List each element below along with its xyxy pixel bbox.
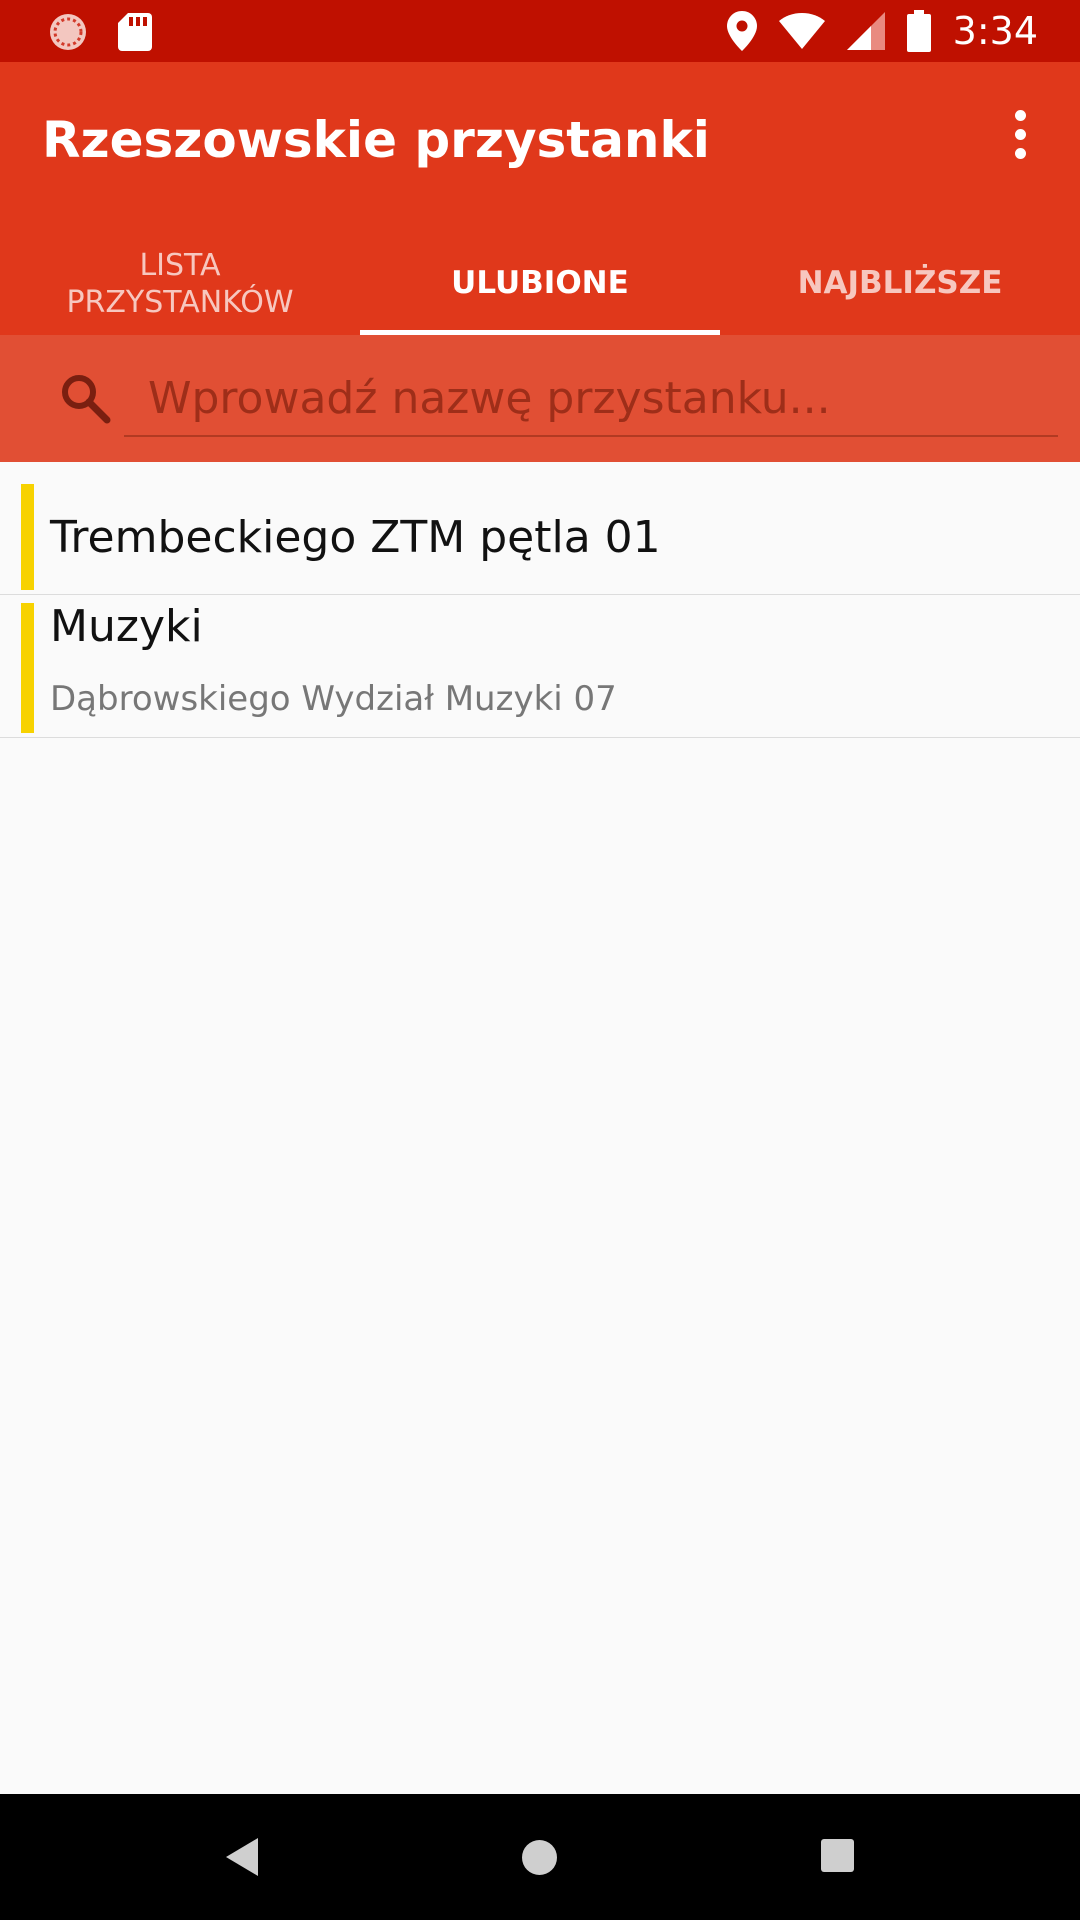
tab-nearest-label: NAJBLIŻSZE — [797, 265, 1003, 301]
tab-nearest[interactable]: NAJBLIŻSZE — [720, 232, 1080, 335]
app-bar: Rzeszowskie przystanki LISTA PRZYSTANKÓW… — [0, 62, 1080, 335]
favorite-marker — [21, 603, 34, 733]
location-pin-icon — [726, 11, 757, 51]
more-vert-icon[interactable] — [990, 104, 1050, 164]
battery-icon — [906, 10, 931, 52]
wifi-icon — [778, 13, 825, 49]
signal-icon — [846, 12, 885, 50]
back-icon[interactable] — [226, 1838, 258, 1876]
list-item[interactable]: Trembeckiego ZTM pętla 01 — [0, 462, 1080, 595]
tab-stop-list-label: LISTA PRZYSTANKÓW — [66, 247, 294, 320]
sd-card-icon — [118, 13, 152, 51]
list-item[interactable]: Muzyki Dąbrowskiego Wydział Muzyki 07 — [0, 595, 1080, 738]
tab-favorites[interactable]: ULUBIONE — [360, 232, 720, 335]
search-icon[interactable] — [58, 371, 114, 427]
search-input[interactable] — [124, 361, 1058, 437]
stop-subtitle: Dąbrowskiego Wydział Muzyki 07 — [50, 679, 617, 719]
favorite-marker — [21, 484, 34, 590]
search-bar — [0, 335, 1080, 462]
app-title: Rzeszowskie przystanki — [42, 111, 710, 169]
navigation-bar — [0, 1794, 1080, 1920]
recents-icon[interactable] — [821, 1839, 854, 1872]
status-bar: 3:34 — [0, 0, 1080, 62]
tab-favorites-label: ULUBIONE — [451, 265, 629, 301]
tab-stop-list[interactable]: LISTA PRZYSTANKÓW — [0, 232, 360, 335]
notification-dial-icon — [50, 14, 86, 50]
stop-title: Muzyki — [50, 601, 203, 652]
home-icon[interactable] — [522, 1840, 557, 1875]
stop-title: Trembeckiego ZTM pętla 01 — [50, 512, 661, 563]
favorites-list: Trembeckiego ZTM pętla 01 Muzyki Dąbrows… — [0, 462, 1080, 738]
tab-bar: LISTA PRZYSTANKÓW ULUBIONE NAJBLIŻSZE — [0, 232, 1080, 335]
status-clock: 3:34 — [952, 9, 1038, 53]
